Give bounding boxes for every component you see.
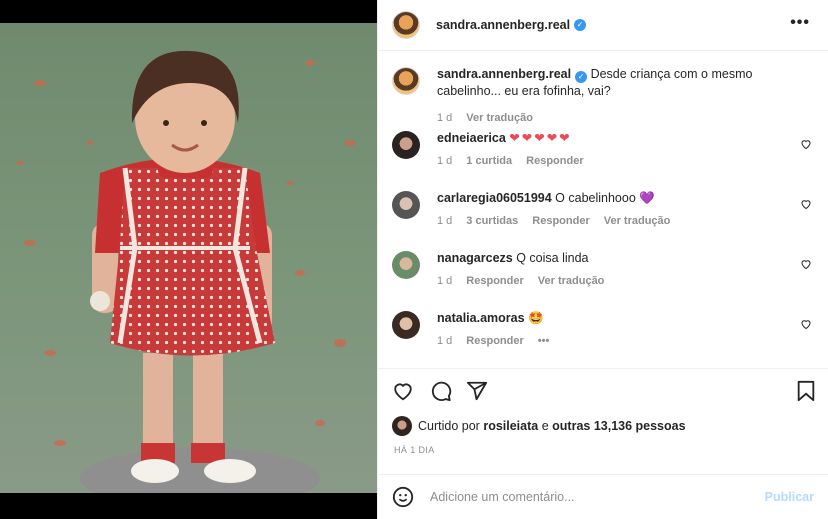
comment-text: 🤩 (528, 311, 544, 325)
post-dialog: sandra.annenberg.real ✓ ••• sandra.annen… (0, 0, 828, 519)
like-comment-heart-icon[interactable] (800, 318, 812, 330)
comment: natalia.amoras 🤩 1 d Responder ••• (392, 310, 814, 365)
comment-time: 1 d (437, 215, 453, 227)
commenter-username[interactable]: nanagarcezs (437, 251, 513, 265)
post-photo (0, 23, 377, 493)
comment-likes-count[interactable]: 3 curtidas (466, 213, 518, 230)
comment: nanagarcezs Q coisa linda 1 d Responder … (392, 250, 814, 310)
post-sidebar: sandra.annenberg.real ✓ ••• sandra.annen… (377, 0, 828, 519)
post-header: sandra.annenberg.real ✓ ••• (378, 0, 828, 51)
comment-options-icon[interactable]: ••• (538, 333, 550, 350)
caption-text-block: sandra.annenberg.real ✓ Desde criança com… (437, 66, 784, 100)
comment-likes-count[interactable]: 1 curtida (466, 153, 512, 170)
heart-icon[interactable] (392, 380, 414, 402)
comment: edneiaerica ❤❤❤❤❤ 1 d 1 curtida Responde… (392, 130, 814, 190)
comments-list[interactable]: sandra.annenberg.real ✓ Desde criança com… (378, 52, 828, 365)
like-comment-heart-icon[interactable] (800, 138, 812, 150)
post-date[interactable]: HÁ 1 DIA (394, 445, 435, 455)
comment-input[interactable] (430, 490, 765, 504)
more-options-icon[interactable]: ••• (790, 14, 810, 32)
reply-link[interactable]: Responder (526, 153, 583, 170)
translate-link[interactable]: Ver tradução (538, 273, 605, 290)
caption-username[interactable]: sandra.annenberg.real (437, 67, 571, 81)
comment-text: Q coisa linda (516, 251, 589, 265)
publish-button[interactable]: Publicar (765, 490, 814, 504)
likes-prefix: Curtido por (418, 419, 480, 433)
caption: sandra.annenberg.real ✓ Desde criança com… (392, 66, 814, 130)
commenter-avatar[interactable] (392, 131, 420, 159)
action-bar (378, 368, 828, 408)
comment-text: O cabelinhooo 💜 (555, 191, 655, 205)
likes-summary: Curtido por rosileiata e outras 13,136 p… (392, 416, 686, 436)
comment-text: ❤❤❤❤❤ (509, 131, 572, 145)
add-comment-bar: Publicar (378, 474, 828, 519)
translate-link[interactable]: Ver tradução (466, 110, 533, 127)
comment-icon[interactable] (430, 380, 452, 402)
liker-username[interactable]: rosileiata (483, 419, 538, 433)
like-comment-heart-icon[interactable] (800, 198, 812, 210)
commenter-username[interactable]: natalia.amoras (437, 311, 525, 325)
comment-time: 1 d (437, 155, 453, 167)
reply-link[interactable]: Responder (466, 333, 523, 350)
reply-link[interactable]: Responder (532, 213, 589, 230)
bookmark-icon[interactable] (796, 380, 816, 402)
caption-time: 1 d (437, 112, 453, 124)
emoji-icon[interactable] (392, 486, 414, 508)
likes-middle: e (541, 419, 549, 433)
caption-avatar[interactable] (392, 67, 420, 95)
commenter-username[interactable]: edneiaerica (437, 131, 506, 145)
verified-badge-icon: ✓ (575, 71, 588, 83)
commenter-avatar[interactable] (392, 191, 420, 219)
verified-badge-icon: ✓ (574, 19, 587, 31)
share-icon[interactable] (466, 380, 488, 402)
comment-time: 1 d (437, 275, 453, 287)
comment: carlaregia06051994 O cabelinhooo 💜 1 d 3… (392, 190, 814, 250)
likes-count-link[interactable]: outras 13,136 pessoas (552, 419, 685, 433)
commenter-avatar[interactable] (392, 251, 420, 279)
commenter-username[interactable]: carlaregia06051994 (437, 191, 552, 205)
reply-link[interactable]: Responder (466, 273, 523, 290)
owner-username[interactable]: sandra.annenberg.real (436, 18, 570, 32)
comment-time: 1 d (437, 335, 453, 347)
post-media[interactable] (0, 0, 377, 519)
translate-link[interactable]: Ver tradução (604, 213, 671, 230)
commenter-avatar[interactable] (392, 311, 420, 339)
like-comment-heart-icon[interactable] (800, 258, 812, 270)
liker-avatar[interactable] (392, 416, 412, 436)
owner-avatar[interactable] (392, 11, 420, 39)
